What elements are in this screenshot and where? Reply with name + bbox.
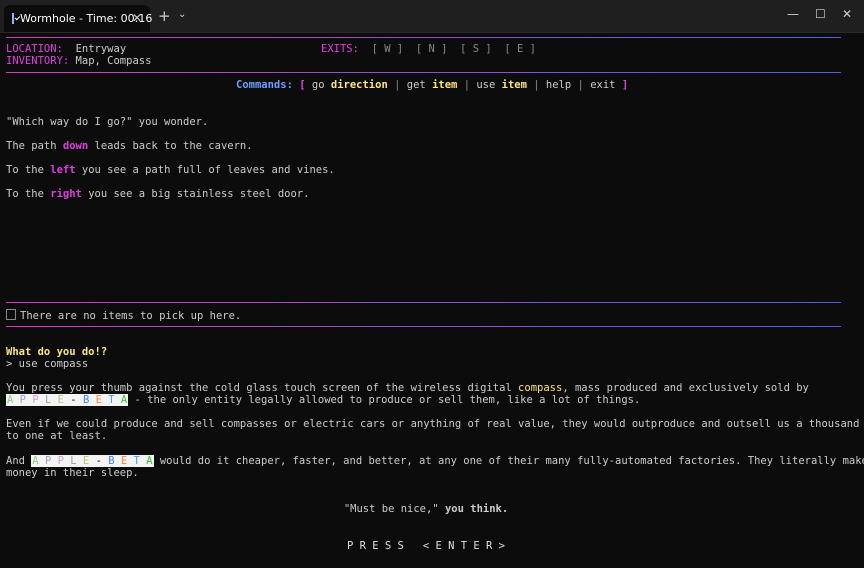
- room-line-2-a: The path: [6, 140, 63, 152]
- brand-logo-apple-beta: A P P L E - B E T A: [6, 394, 129, 406]
- keyword-down: down: [62, 140, 89, 152]
- cmd-use: use: [476, 79, 496, 91]
- keyword-right: right: [50, 188, 82, 200]
- brand-letter: L: [44, 394, 52, 406]
- response-p3-a: And: [6, 455, 32, 467]
- brand-letter: A: [7, 394, 14, 406]
- terminal-icon: [12, 13, 14, 24]
- exit-south: [ S ]: [460, 43, 492, 55]
- brand-letter: T: [108, 394, 115, 406]
- empty-checkbox-icon: [6, 309, 16, 320]
- room-line-3-b: you see a path full of leaves and vines.: [75, 164, 335, 176]
- room-line-4: To the right you see a big stainless ste…: [6, 188, 309, 200]
- maximize-button[interactable]: ☐: [815, 7, 826, 21]
- commands-open-bracket: [: [299, 79, 306, 91]
- room-line-2: The path down leads back to the cavern.: [6, 140, 253, 152]
- response-p1-b: , mass produced and exclusively sold by: [562, 382, 809, 394]
- inventory-value: Map, Compass: [75, 55, 152, 67]
- brand-letter: T: [133, 455, 140, 467]
- quote-text: "Must be nice,": [343, 503, 439, 515]
- exits-line: EXITS: [ W ] [ N ] [ S ] [ E ]: [321, 43, 536, 55]
- room-line-4-a: To the: [6, 188, 51, 200]
- brand-letter: E: [120, 455, 128, 467]
- cmd-sep-3: |: [533, 79, 540, 91]
- response-p3-b: would do it cheaper, faster, and better,…: [153, 455, 864, 467]
- new-tab-button[interactable]: +: [158, 7, 171, 25]
- commands-label: Commands:: [236, 79, 293, 91]
- press-enter-prompt: P R E S S < E N T E R >: [346, 540, 506, 552]
- brand-letter: B: [108, 455, 115, 467]
- cmd-sep-1: |: [394, 79, 401, 91]
- brand-letter: -: [95, 455, 102, 467]
- quote-line: "Must be nice," you think.: [0, 503, 852, 515]
- brand-letter: P: [19, 394, 26, 406]
- minimize-button[interactable]: —: [787, 7, 799, 21]
- exits-label: EXITS:: [321, 43, 359, 55]
- response-p1-c: - the only entity legally allowed to pro…: [128, 394, 641, 406]
- items-status-line: There are no items to pick up here.: [6, 309, 241, 322]
- response-p2-line2: to one at least.: [6, 430, 108, 442]
- room-line-3: To the left you see a path full of leave…: [6, 164, 335, 176]
- room-line-3-a: To the: [6, 164, 51, 176]
- cmd-direction: direction: [330, 79, 388, 91]
- brand-letter: E: [95, 394, 102, 406]
- cmd-get-item: item: [432, 79, 458, 91]
- response-p3-line2: money in their sleep.: [6, 467, 139, 479]
- title-bar: Wormhole - Time: 00:16 ✕ + ⌄ — ☐ ✕: [0, 0, 864, 33]
- keyword-compass: compass: [518, 382, 563, 394]
- cmd-sep-2: |: [463, 79, 471, 91]
- response-p1-line1: You press your thumb against the cold gl…: [6, 382, 809, 394]
- cmd-exit: exit: [590, 79, 616, 91]
- brand-letter: E: [57, 394, 64, 406]
- response-p3-line1: And A P P L E - B E T A would do it chea…: [6, 455, 864, 467]
- tab-wormhole[interactable]: Wormhole - Time: 00:16 ✕: [4, 5, 152, 32]
- commands-line: Commands: [ go direction | get item | us…: [236, 79, 628, 91]
- brand-letter: A: [120, 394, 128, 406]
- response-p1-a: You press your thumb against the cold gl…: [6, 382, 519, 394]
- location-label: LOCATION:: [6, 43, 63, 55]
- items-status: There are no items to pick up here.: [20, 310, 242, 322]
- chevron-down-icon[interactable]: ⌄: [178, 9, 186, 20]
- inventory-label: INVENTORY:: [6, 55, 70, 67]
- brand-letter: A: [32, 455, 39, 467]
- response-p2-line1: Even if we could produce and sell compas…: [6, 418, 860, 430]
- divider-items-top: [6, 302, 841, 303]
- room-line-2-b: leads back to the cavern.: [88, 140, 253, 152]
- brand-letter: -: [70, 394, 77, 406]
- divider-top: [6, 37, 841, 38]
- divider-items-bottom: [6, 326, 841, 327]
- location-line: LOCATION: Entryway: [6, 43, 126, 55]
- close-window-button[interactable]: ✕: [842, 7, 852, 21]
- prompt-question: What do you do!?: [6, 346, 108, 358]
- cmd-use-item: item: [501, 79, 527, 91]
- quote-tail: you think.: [438, 503, 509, 515]
- location-value: Entryway: [75, 43, 127, 55]
- brand-letter: E: [82, 455, 90, 467]
- inventory-line: INVENTORY: Map, Compass: [6, 55, 151, 67]
- room-line-1: "Which way do I go?" you wonder.: [6, 116, 209, 128]
- commands-close-bracket: ]: [621, 79, 629, 91]
- prompt-input: > use compass: [6, 358, 89, 370]
- cmd-help: help: [545, 79, 572, 91]
- brand-logo-apple-beta: A P P L E - B E T A: [31, 455, 154, 467]
- exit-north: [ N ]: [415, 43, 448, 55]
- cmd-get: get: [406, 79, 426, 91]
- room-line-4-b: you see a big stainless steel door.: [81, 188, 310, 200]
- brand-letter: L: [70, 455, 77, 467]
- exit-west: [ W ]: [371, 43, 404, 55]
- keyword-left: left: [50, 164, 76, 176]
- close-tab-icon[interactable]: ✕: [132, 11, 142, 25]
- cmd-sep-4: |: [577, 79, 584, 91]
- divider-header: [6, 72, 841, 73]
- brand-letter: P: [57, 455, 64, 467]
- exit-east: [ E ]: [504, 43, 536, 55]
- cmd-go: go: [311, 79, 325, 91]
- brand-letter: P: [32, 394, 39, 406]
- brand-letter: A: [146, 455, 153, 467]
- response-p1-line2: A P P L E - B E T A - the only entity le…: [6, 394, 640, 406]
- brand-letter: B: [82, 394, 90, 406]
- brand-letter: P: [44, 455, 52, 467]
